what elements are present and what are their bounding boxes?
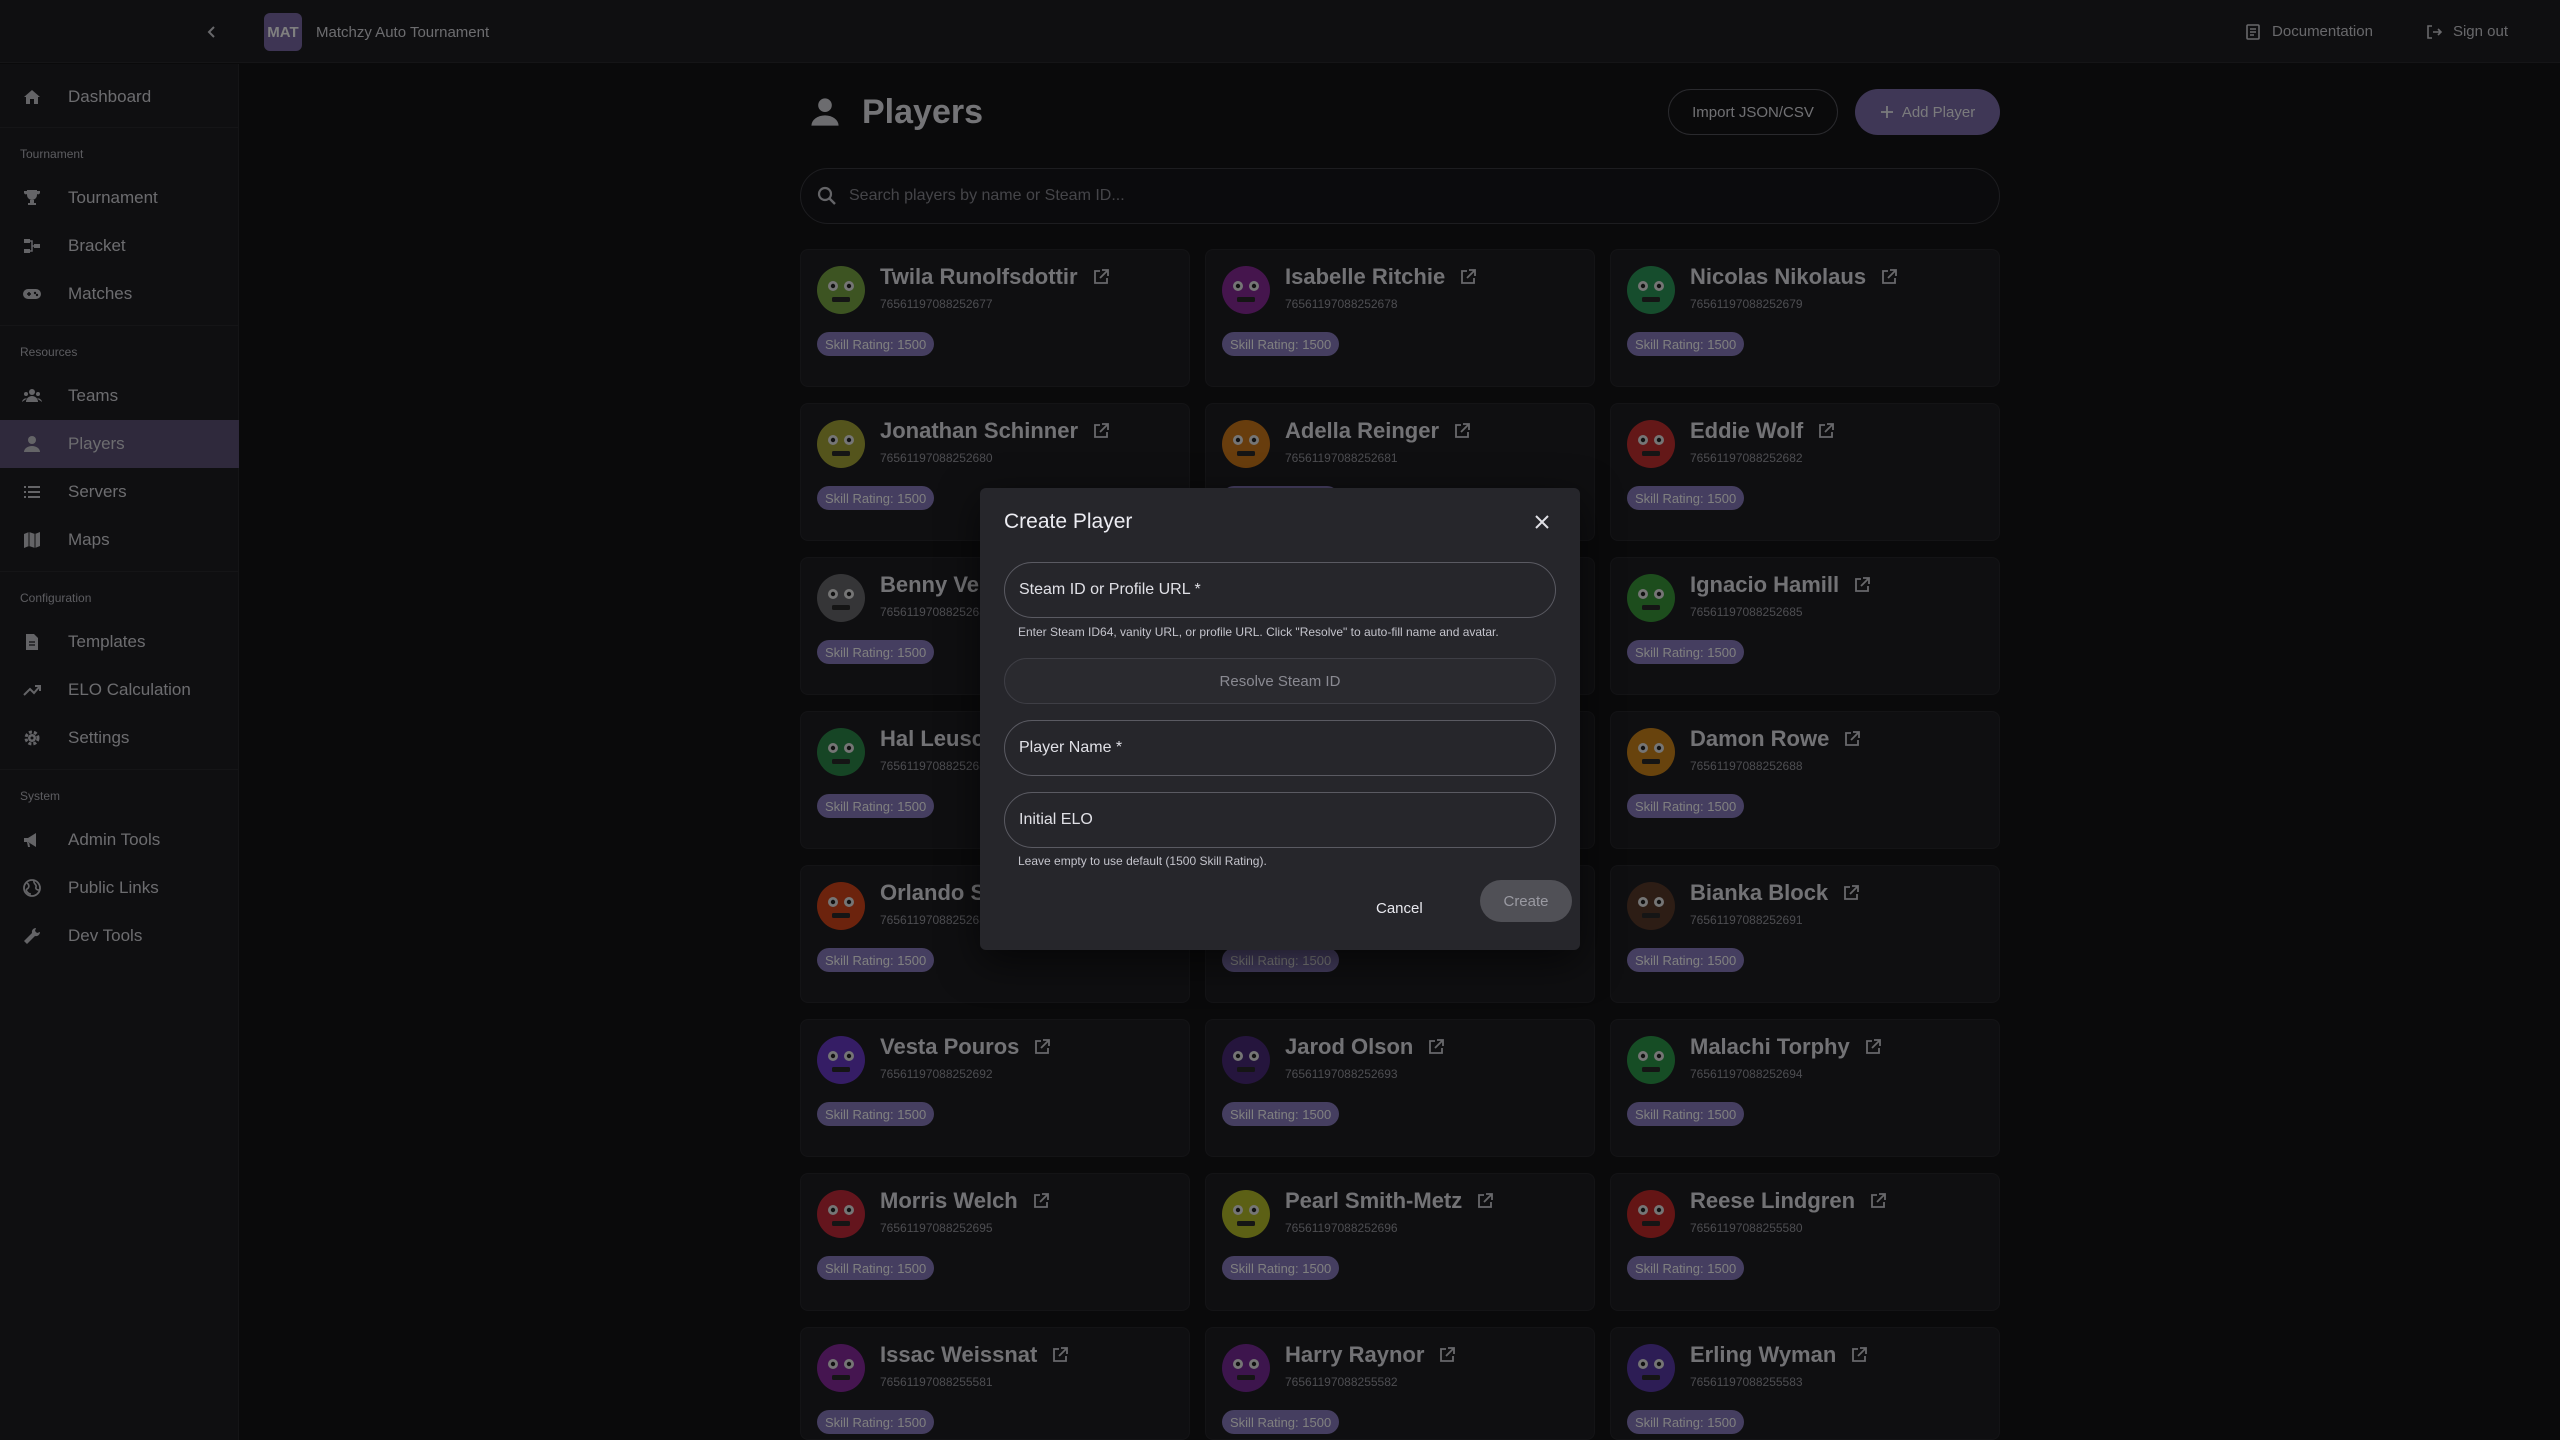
- create-player-dialog: Create Player Steam ID or Profile URL * …: [980, 488, 1580, 950]
- cancel-button[interactable]: Cancel: [1376, 900, 1423, 917]
- dialog-title: Create Player: [1004, 510, 1133, 533]
- close-icon: [1535, 515, 1549, 529]
- steam-id-field[interactable]: Steam ID or Profile URL *: [1004, 562, 1556, 618]
- steam-id-helper: Enter Steam ID64, vanity URL, or profile…: [1018, 625, 1499, 639]
- initial-elo-label: Initial ELO: [1019, 811, 1093, 828]
- player-name-field[interactable]: Player Name *: [1004, 720, 1556, 776]
- resolve-steam-id-button[interactable]: Resolve Steam ID: [1004, 658, 1556, 704]
- create-button[interactable]: Create: [1480, 880, 1572, 922]
- close-button[interactable]: [1528, 508, 1556, 536]
- initial-elo-field[interactable]: Initial ELO: [1004, 792, 1556, 848]
- initial-elo-helper: Leave empty to use default (1500 Skill R…: [1018, 854, 1267, 868]
- steam-id-label: Steam ID or Profile URL *: [1019, 581, 1201, 598]
- player-name-label: Player Name *: [1019, 739, 1123, 756]
